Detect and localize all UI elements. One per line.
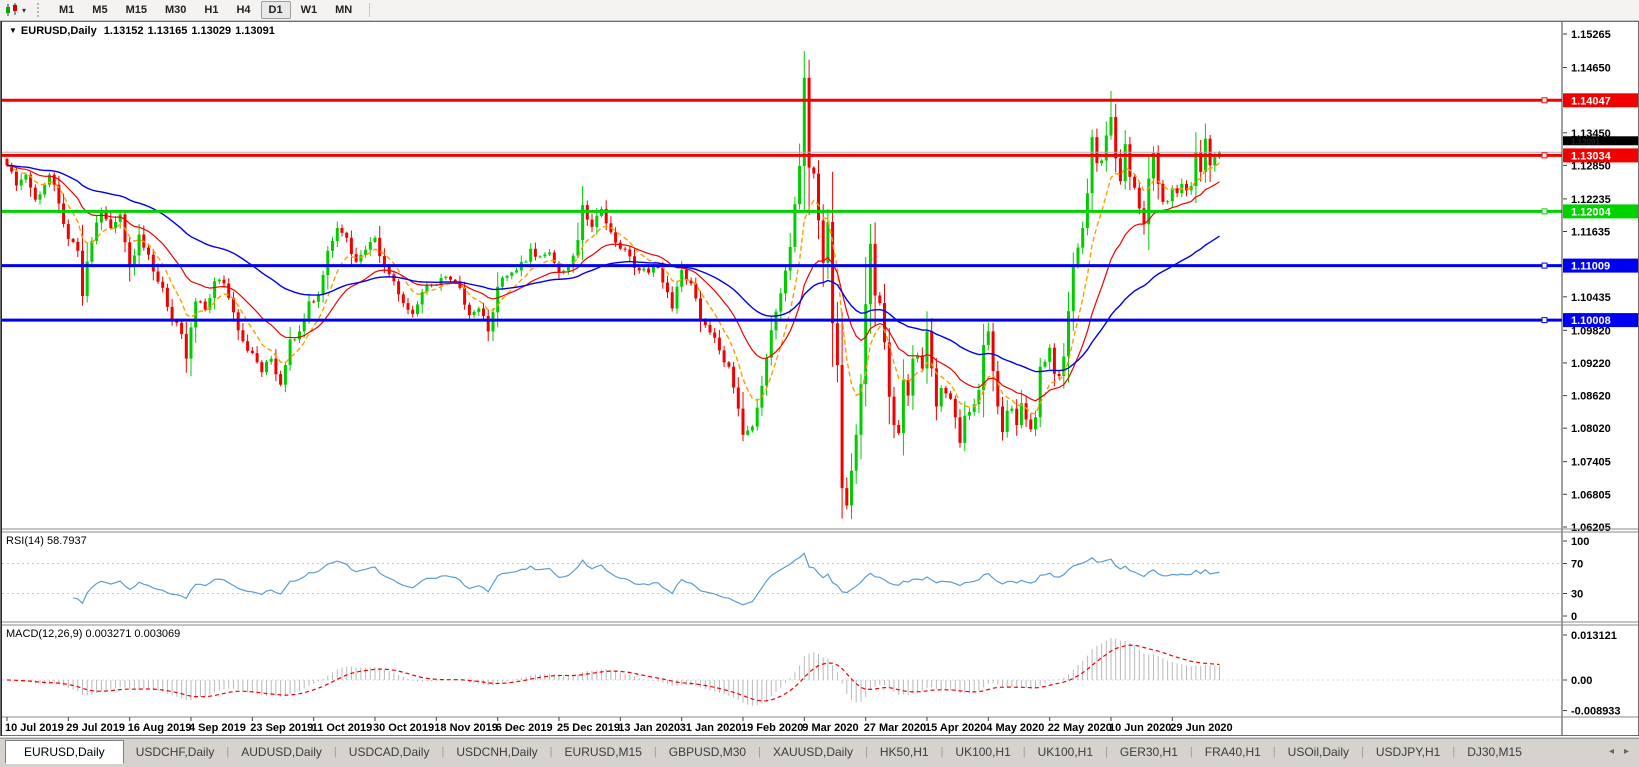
tab-usoil-daily[interactable]: USOil,Daily bbox=[1276, 741, 1361, 763]
tab-eurusd-m15[interactable]: EURUSD,M15 bbox=[553, 741, 654, 763]
svg-text:30 Oct 2019: 30 Oct 2019 bbox=[373, 722, 434, 734]
top-toolbar: ▾ M1 M5 M15 M30 H1 H4 D1 W1 MN bbox=[0, 0, 1639, 21]
svg-text:100: 100 bbox=[1571, 536, 1589, 548]
timeframe-button-mn[interactable]: MN bbox=[327, 1, 360, 19]
timeframe-button-h4[interactable]: H4 bbox=[228, 1, 258, 19]
svg-text:19 Feb 2020: 19 Feb 2020 bbox=[741, 722, 803, 734]
tab-eurusd-daily[interactable]: EURUSD,Daily bbox=[5, 739, 124, 764]
timeframe-buttons: M1 M5 M15 M30 H1 H4 D1 W1 MN bbox=[50, 1, 361, 19]
svg-text:0.013121: 0.013121 bbox=[1571, 630, 1617, 642]
svg-text:1.07405: 1.07405 bbox=[1571, 457, 1611, 469]
toolbar-grip[interactable] bbox=[37, 3, 44, 17]
svg-text:11 Oct 2019: 11 Oct 2019 bbox=[312, 722, 373, 734]
ohlc-open: 1.13152 bbox=[103, 25, 144, 37]
symbol-tabbar: EURUSD,Daily USDCHF,Daily | AUDUSD,Daily | US… bbox=[0, 738, 1639, 764]
tab-xauusd-daily[interactable]: XAUUSD,Daily bbox=[761, 741, 865, 763]
svg-text:9 Mar 2020: 9 Mar 2020 bbox=[802, 722, 858, 734]
svg-text:6 Dec 2019: 6 Dec 2019 bbox=[496, 722, 553, 734]
timeframe-button-m30[interactable]: M30 bbox=[157, 1, 194, 19]
tab-scroll-buttons: ◂ ▸ bbox=[1599, 746, 1629, 757]
svg-text:29 Jun 2020: 29 Jun 2020 bbox=[1170, 722, 1232, 734]
tab-ger30-h1[interactable]: GER30,H1 bbox=[1108, 741, 1190, 763]
svg-text:10 Jun 2020: 10 Jun 2020 bbox=[1109, 722, 1171, 734]
collapse-caret-icon[interactable]: ▼ bbox=[9, 26, 17, 35]
tab-scroll-left-icon[interactable]: ◂ bbox=[1609, 746, 1614, 757]
chart-window: 1.15265 1.14650 1.13450 1.12850 1.12235 1.116… bbox=[0, 21, 1639, 737]
tab-dj30-m15[interactable]: DJ30,M15 bbox=[1455, 741, 1534, 763]
tab-usdjpy-h1[interactable]: USDJPY,H1 bbox=[1364, 741, 1452, 763]
macd-indicator-label: MACD(12,26,9) 0.003271 0.003069 bbox=[6, 628, 181, 640]
svg-text:10 Jul 2019: 10 Jul 2019 bbox=[5, 722, 64, 734]
svg-text:29 Jul 2019: 29 Jul 2019 bbox=[66, 722, 125, 734]
svg-text:23 Sep 2019: 23 Sep 2019 bbox=[250, 722, 313, 734]
timeframe-button-m15[interactable]: M15 bbox=[118, 1, 155, 19]
svg-text:70: 70 bbox=[1571, 559, 1583, 571]
svg-text:1.14047: 1.14047 bbox=[1571, 95, 1611, 107]
tab-hk50-h1[interactable]: HK50,H1 bbox=[868, 741, 941, 763]
symbol-tabs: EURUSD,Daily USDCHF,Daily | AUDUSD,Daily | US… bbox=[0, 739, 1534, 764]
svg-text:1.11635: 1.11635 bbox=[1571, 227, 1610, 239]
svg-text:18 Nov 2019: 18 Nov 2019 bbox=[434, 722, 498, 734]
tab-fra40-h1[interactable]: FRA40,H1 bbox=[1193, 741, 1273, 763]
timeframe-button-w1[interactable]: W1 bbox=[293, 1, 326, 19]
tab-gbpusd-m30[interactable]: GBPUSD,M30 bbox=[657, 741, 758, 763]
svg-text:27 Mar 2020: 27 Mar 2020 bbox=[864, 722, 926, 734]
svg-text:1.10008: 1.10008 bbox=[1571, 315, 1611, 327]
svg-text:1.12004: 1.12004 bbox=[1571, 206, 1612, 218]
svg-text:25 Dec 2019: 25 Dec 2019 bbox=[557, 722, 620, 734]
svg-text:1.08020: 1.08020 bbox=[1571, 423, 1611, 435]
chart-canvas[interactable]: 1.152651.146501.134501.128501.122351.116… bbox=[0, 21, 1639, 737]
svg-text:1.12235: 1.12235 bbox=[1571, 194, 1611, 206]
svg-text:1.15265: 1.15265 bbox=[1571, 29, 1611, 41]
svg-text:1.13091: 1.13091 bbox=[1571, 137, 1600, 146]
timeframe-button-d1[interactable]: D1 bbox=[260, 1, 291, 19]
svg-text:1.06805: 1.06805 bbox=[1571, 489, 1611, 501]
svg-text:31 Jan 2020: 31 Jan 2020 bbox=[680, 722, 742, 734]
timeframe-button-h1[interactable]: H1 bbox=[196, 1, 226, 19]
symbol-label: EURUSD,Daily bbox=[20, 25, 97, 37]
ohlc-high: 1.13165 bbox=[147, 25, 188, 37]
svg-text:-0.008933: -0.008933 bbox=[1571, 706, 1621, 718]
svg-text:13 Jan 2020: 13 Jan 2020 bbox=[618, 722, 680, 734]
svg-text:30: 30 bbox=[1571, 589, 1583, 601]
chart-type-dropdown-caret[interactable]: ▾ bbox=[20, 6, 31, 15]
svg-text:1.08620: 1.08620 bbox=[1571, 391, 1611, 403]
svg-text:0: 0 bbox=[1571, 611, 1577, 623]
svg-text:4 Sep 2019: 4 Sep 2019 bbox=[189, 722, 246, 734]
svg-text:1.10435: 1.10435 bbox=[1571, 292, 1611, 304]
svg-text:1.14650: 1.14650 bbox=[1571, 63, 1611, 75]
svg-text:4 May 2020: 4 May 2020 bbox=[986, 722, 1044, 734]
tab-uk100-h1[interactable]: UK100,H1 bbox=[943, 741, 1022, 763]
tab-uk100-h1[interactable]: UK100,H1 bbox=[1026, 741, 1105, 763]
tab-audusd-daily[interactable]: AUDUSD,Daily bbox=[229, 741, 334, 763]
toolbar-separator bbox=[369, 3, 371, 17]
tab-usdcad-daily[interactable]: USDCAD,Daily bbox=[337, 741, 442, 763]
svg-text:16 Aug 2019: 16 Aug 2019 bbox=[128, 722, 192, 734]
ohlc-low: 1.13029 bbox=[191, 25, 232, 37]
tab-scroll-right-icon[interactable]: ▸ bbox=[1624, 746, 1629, 757]
ohlc-close: 1.13091 bbox=[235, 25, 275, 37]
timeframe-button-m5[interactable]: M5 bbox=[84, 1, 115, 19]
svg-text:15 Apr 2020: 15 Apr 2020 bbox=[925, 722, 986, 734]
candlestick-chart-icon[interactable] bbox=[4, 3, 20, 17]
svg-text:1.11009: 1.11009 bbox=[1571, 261, 1610, 273]
price-axis[interactable]: 1.152651.146501.134501.128501.122351.116… bbox=[1561, 21, 1639, 736]
tab-usdcnh-daily[interactable]: USDCNH,Daily bbox=[444, 741, 549, 763]
rsi-indicator-label: RSI(14) 58.7937 bbox=[6, 535, 87, 547]
chart-header: ▼ EURUSD,Daily 1.13152 1.13165 1.13029 1.130… bbox=[9, 25, 279, 37]
tab-usdchf-daily[interactable]: USDCHF,Daily bbox=[124, 741, 227, 763]
svg-text:1.09220: 1.09220 bbox=[1571, 358, 1611, 370]
timeframe-button-m1[interactable]: M1 bbox=[51, 1, 82, 19]
svg-text:0.00: 0.00 bbox=[1571, 675, 1592, 687]
svg-text:22 May 2020: 22 May 2020 bbox=[1048, 722, 1112, 734]
svg-text:1.13034: 1.13034 bbox=[1571, 150, 1612, 162]
